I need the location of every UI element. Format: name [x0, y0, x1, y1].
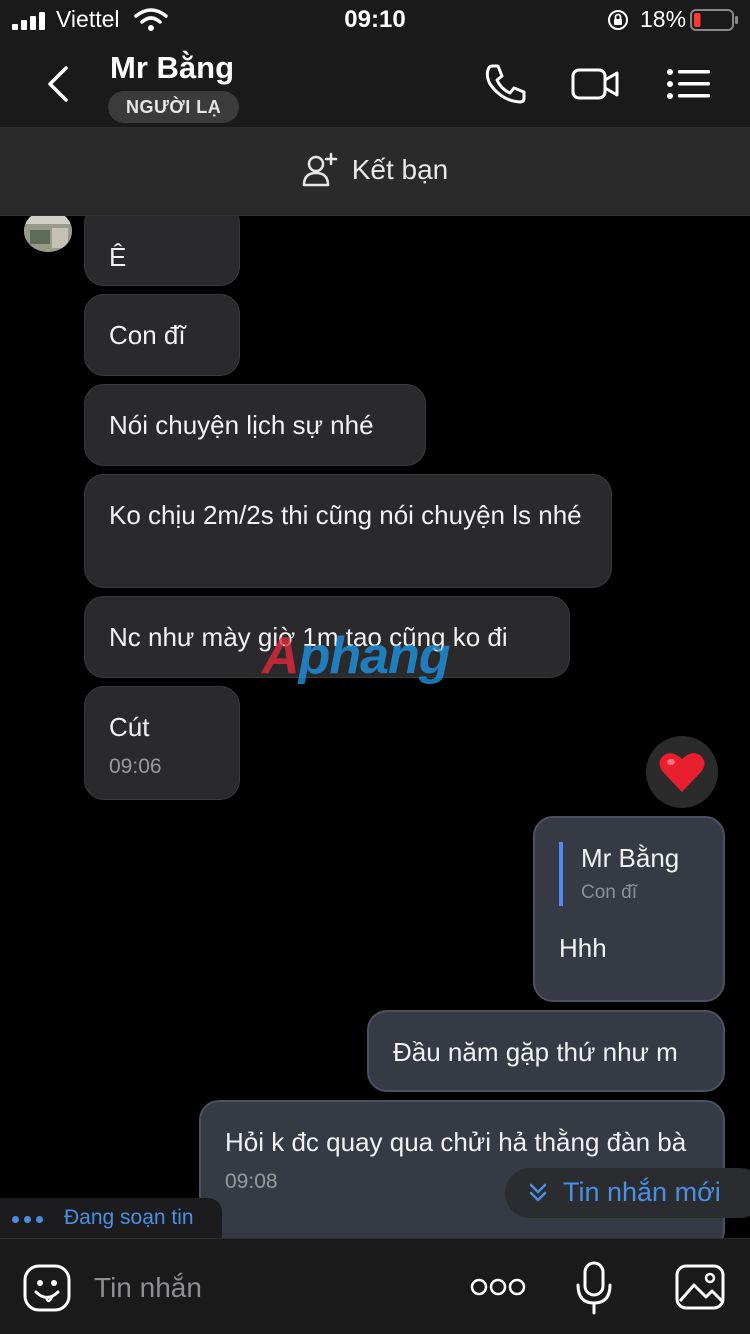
watermark-rest: phang	[298, 627, 451, 685]
avatar[interactable]	[24, 216, 72, 252]
more-dots-icon[interactable]	[470, 1275, 526, 1299]
message-input[interactable]	[94, 1263, 434, 1313]
new-messages-label: Tin nhắn mới	[563, 1177, 721, 1207]
message-bubble-incoming[interactable]: Con đĩ	[84, 294, 240, 376]
reply-quote[interactable]: Mr Bằng Con đĩ	[559, 842, 699, 906]
message-bubble-incoming[interactable]: Ko chịu 2m/2s thi cũng nói chuyện ls nhé	[84, 474, 612, 588]
message-text: Hỏi k đc quay qua chửi hả thằng đàn bà	[225, 1127, 687, 1157]
message-text: Ko chịu 2m/2s thi cũng nói chuyện ls nhé	[109, 500, 582, 530]
microphone-icon[interactable]	[574, 1261, 614, 1315]
message-text: Ê	[109, 242, 127, 272]
message-text: Hhh	[559, 933, 607, 963]
message-time: 09:06	[109, 755, 162, 778]
list-menu-icon[interactable]	[664, 60, 714, 108]
battery-percent: 18%	[640, 6, 687, 32]
typing-dots-icon	[12, 1216, 43, 1223]
phone-icon[interactable]	[480, 60, 530, 108]
rotation-lock-icon	[608, 10, 628, 30]
status-bar: Viettel 09:10 18%	[0, 0, 750, 40]
message-text: Con đĩ	[109, 320, 186, 350]
image-icon[interactable]	[674, 1263, 726, 1311]
add-friend-content: Kết bạn	[0, 152, 750, 188]
contact-name[interactable]: Mr Bằng	[110, 50, 234, 86]
add-person-icon	[302, 152, 337, 187]
message-bubble-incoming[interactable]: Ê	[84, 216, 240, 286]
message-text: Đầu năm gặp thứ như m	[393, 1037, 678, 1067]
chat-header: Mr Bằng NGƯỜI LẠ	[0, 40, 750, 128]
quote-text: Con đĩ	[581, 882, 637, 903]
message-composer	[0, 1238, 750, 1334]
typing-label: Đang soạn tin	[64, 1206, 194, 1229]
avatar-image	[24, 216, 72, 252]
message-bubble-incoming[interactable]: Nói chuyện lịch sự nhé	[84, 384, 426, 466]
message-text: Nói chuyện lịch sự nhé	[109, 410, 374, 440]
typing-indicator: Đang soạn tin	[0, 1198, 222, 1238]
message-bubble-outgoing[interactable]: Đầu năm gặp thứ như m	[367, 1010, 725, 1092]
new-messages-button[interactable]: Tin nhắn mới	[505, 1168, 750, 1218]
video-camera-icon[interactable]	[570, 60, 620, 108]
quote-author: Mr Bằng	[581, 843, 680, 873]
battery-icon	[690, 9, 738, 31]
double-chevron-down-icon	[529, 1183, 547, 1202]
emoji-icon[interactable]	[22, 1263, 72, 1313]
heart-reaction[interactable]	[646, 736, 718, 808]
stranger-badge: NGƯỜI LẠ	[108, 91, 240, 123]
message-text: Cút	[109, 712, 150, 742]
watermark-prefix: A	[262, 627, 300, 685]
add-friend-label: Kết bạn	[351, 154, 449, 185]
message-bubble-incoming[interactable]: Cút 09:06	[84, 686, 240, 800]
status-time: 09:10	[344, 6, 406, 33]
message-bubble-outgoing-reply[interactable]: Mr Bằng Con đĩ Hhh	[533, 816, 725, 1002]
back-chevron-icon[interactable]	[38, 62, 78, 106]
add-friend-button[interactable]: Kết bạn	[0, 128, 750, 216]
watermark-logo: Aphang	[262, 626, 451, 686]
message-list[interactable]: Ê Con đĩ Nói chuyện lịch sự nhé Ko chịu …	[0, 216, 750, 1238]
heart-icon	[659, 753, 705, 792]
